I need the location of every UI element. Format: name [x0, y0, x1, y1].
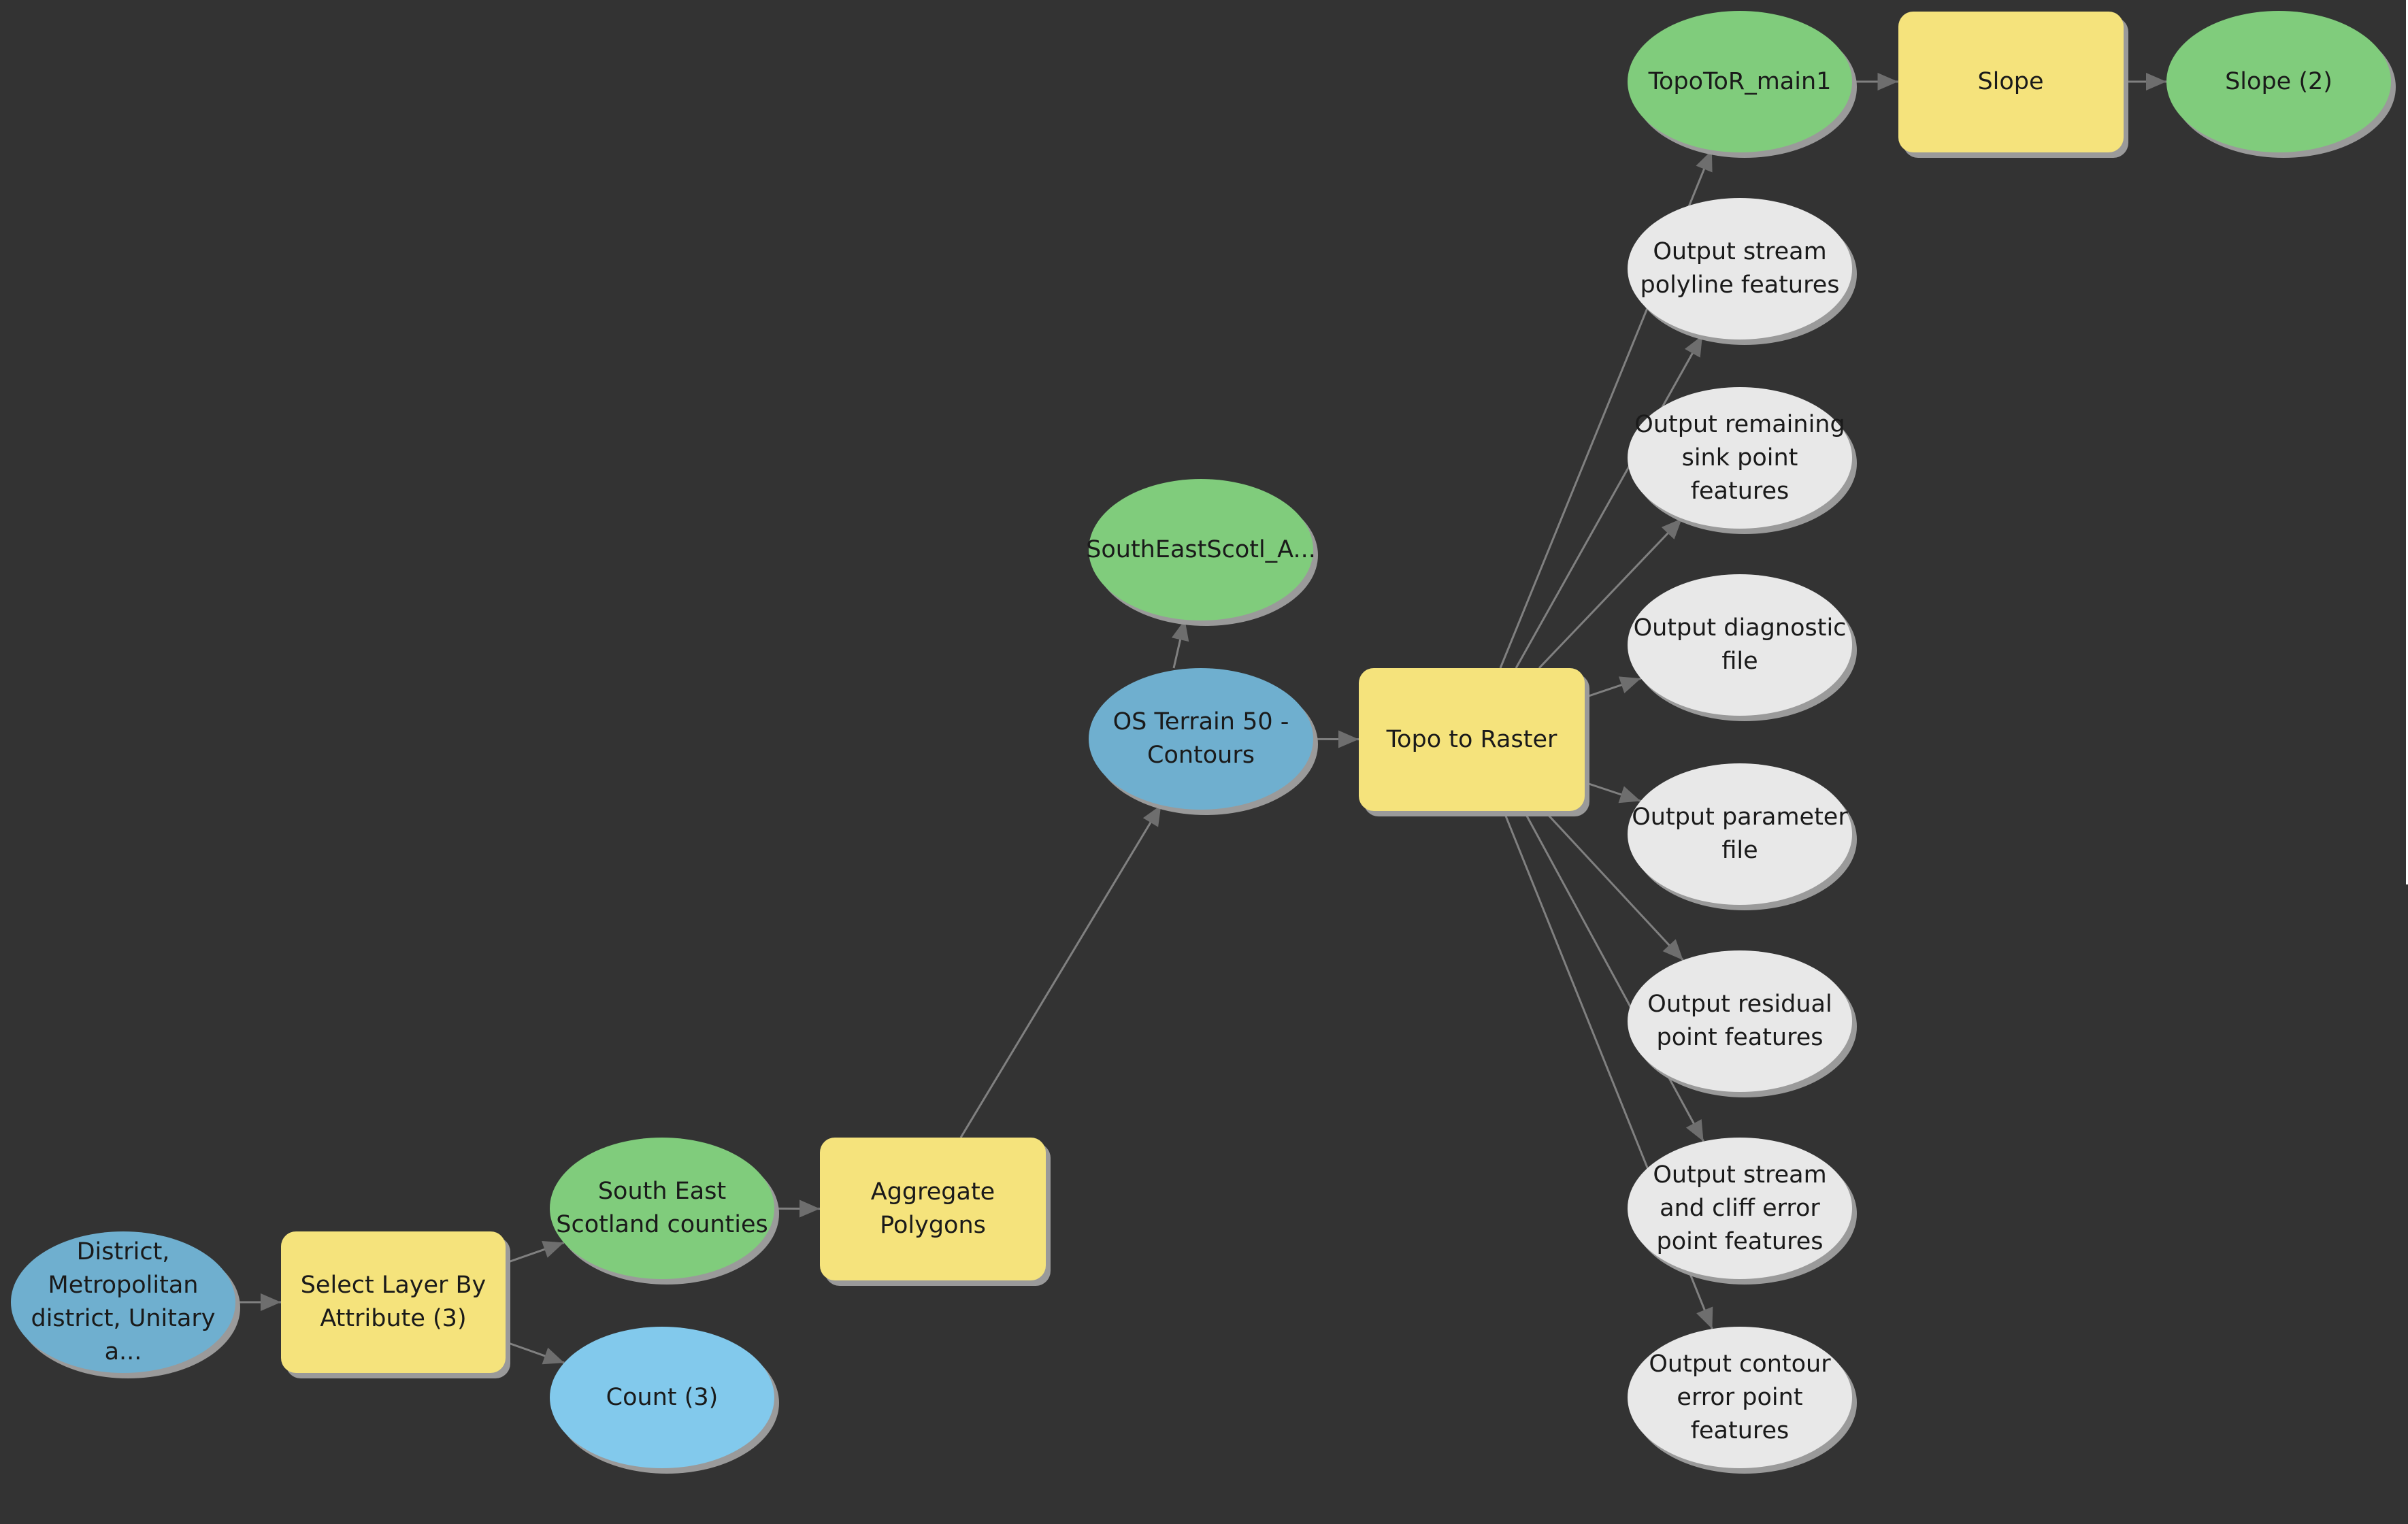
- node-output-remaining-sink[interactable]: Output remaining sink point features: [1628, 387, 1852, 529]
- arrowhead-icon: [1696, 1306, 1713, 1329]
- node-southeastscotl-output[interactable]: SouthEastScotl_A...: [1086, 479, 1316, 620]
- node-slope2-output[interactable]: Slope (2): [2166, 11, 2391, 152]
- arrowhead-icon: [1685, 1119, 1704, 1142]
- node-label: Slope: [1977, 67, 2044, 95]
- arrowhead-icon: [1142, 805, 1161, 827]
- node-label: District, Metropolitan district, Unitary…: [31, 1238, 216, 1365]
- node-label: Slope (2): [2225, 67, 2332, 95]
- arrowhead-icon: [1877, 73, 1898, 90]
- node-topo-to-raster-tool[interactable]: Topo to Raster: [1359, 668, 1585, 811]
- node-slope-tool[interactable]: Slope: [1898, 11, 2124, 152]
- node-label: OS Terrain 50 - Contours: [1112, 708, 1289, 769]
- node-label: South East Scotland counties: [556, 1178, 768, 1238]
- node-label: Output contour error point features: [1649, 1350, 1831, 1444]
- node-aggregate-polygons-tool[interactable]: Aggregate Polygons: [820, 1138, 1046, 1280]
- node-label: Count (3): [606, 1383, 719, 1411]
- node-select-layer-by-attribute-tool[interactable]: Select Layer By Attribute (3): [281, 1231, 506, 1373]
- node-os-terrain-contours-input[interactable]: OS Terrain 50 - Contours: [1089, 668, 1313, 810]
- node-district-input[interactable]: District, Metropolitan district, Unitary…: [11, 1231, 235, 1373]
- arrowhead-icon: [1171, 619, 1189, 642]
- node-label: Output parameter file: [1632, 804, 1848, 864]
- node-output-stream-cliff-error[interactable]: Output stream and cliff error point feat…: [1628, 1138, 1852, 1279]
- node-south-east-scotland-counties[interactable]: South East Scotland counties: [550, 1138, 774, 1279]
- node-output-residual-point[interactable]: Output residual point features: [1628, 950, 1852, 1092]
- node-topotor-main1-output[interactable]: TopoToR_main1: [1628, 11, 1852, 152]
- arrowhead-icon: [1618, 676, 1641, 694]
- arrowhead-icon: [261, 1293, 281, 1311]
- node-label: Output remaining sink point features: [1634, 410, 1845, 505]
- node-label: Aggregate Polygons: [870, 1178, 995, 1239]
- node-output-parameter-file[interactable]: Output parameter file: [1628, 763, 1852, 905]
- node-label: SouthEastScotl_A...: [1086, 535, 1316, 563]
- node-label: Topo to Raster: [1386, 725, 1557, 753]
- node-label: TopoToR_main1: [1648, 67, 1832, 95]
- node-label: Output stream polyline features: [1640, 238, 1840, 299]
- node-label: Select Layer By Attribute (3): [300, 1272, 486, 1332]
- arrowhead-icon: [542, 1241, 564, 1258]
- arrowhead-icon: [799, 1199, 820, 1218]
- node-count-variable[interactable]: Count (3): [550, 1327, 774, 1468]
- connector-aggregate_polygons-to-os_terrain[interactable]: [959, 804, 1162, 1138]
- model-canvas[interactable]: District, Metropolitan district, Unitary…: [0, 0, 2408, 1524]
- node-output-diagnostic-file[interactable]: Output diagnostic file: [1628, 574, 1852, 716]
- node-output-stream-polyline[interactable]: Output stream polyline features: [1628, 198, 1852, 339]
- arrowhead-icon: [542, 1347, 565, 1365]
- node-label: Output residual point features: [1647, 991, 1832, 1051]
- node-output-contour-error[interactable]: Output contour error point features: [1628, 1327, 1852, 1468]
- node-label: Output diagnostic file: [1633, 614, 1847, 675]
- node-label: Output stream and cliff error point feat…: [1653, 1161, 1827, 1255]
- arrowhead-icon: [1685, 335, 1703, 358]
- arrowhead-icon: [2146, 73, 2166, 90]
- arrowhead-icon: [1338, 730, 1359, 748]
